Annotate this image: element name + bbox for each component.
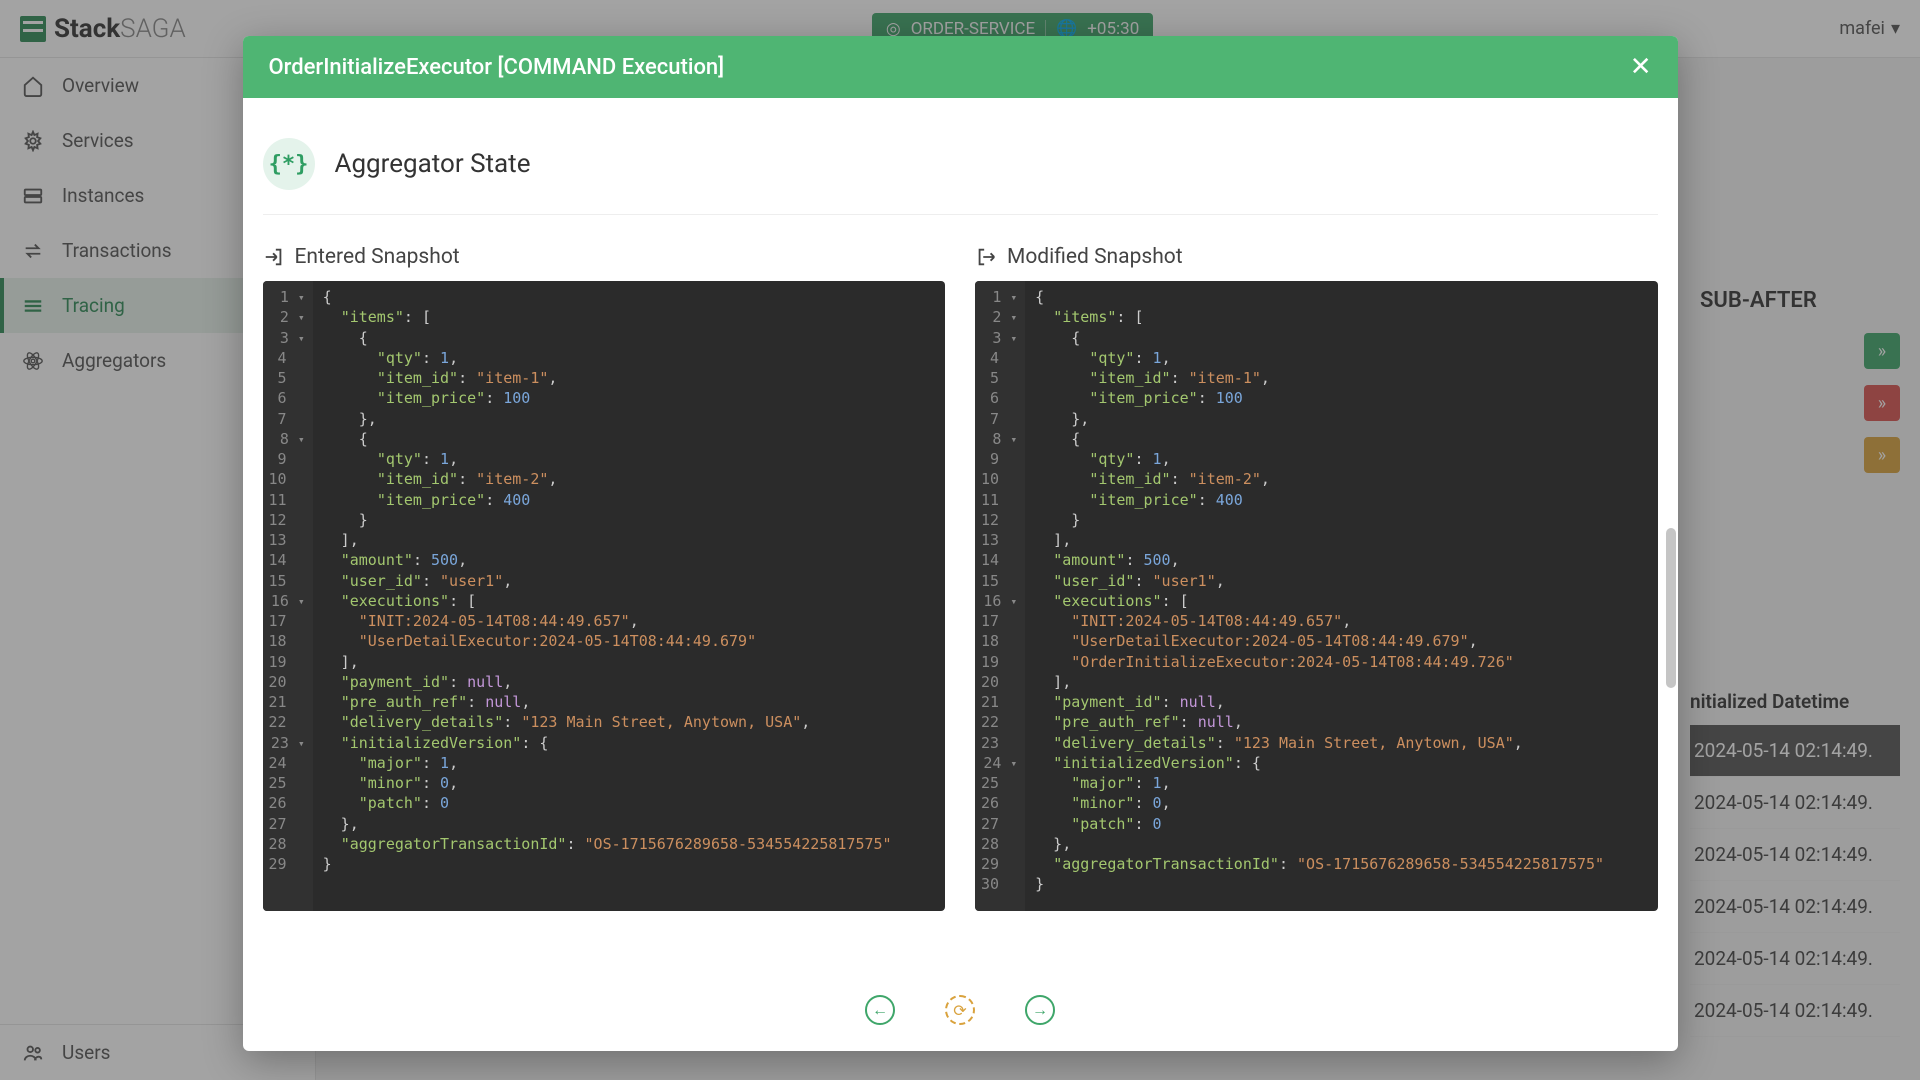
- entered-label: Entered Snapshot: [295, 245, 460, 269]
- enter-icon: [263, 246, 285, 268]
- modified-code: { "items": [ { "qty": 1, "item_id": "ite…: [1025, 281, 1657, 911]
- modified-gutter: 1 ▾ 2 ▾ 3 ▾ 4 5 6 7 8 ▾ 9 10 11 12 13 14…: [975, 281, 1025, 911]
- modified-snapshot-header: Modified Snapshot: [975, 245, 1658, 269]
- snapshots-row: Entered Snapshot 1 ▾ 2 ▾ 3 ▾ 4 5 6 7 8 ▾…: [263, 245, 1658, 911]
- close-icon[interactable]: ✕: [1630, 54, 1652, 80]
- entered-snapshot: Entered Snapshot 1 ▾ 2 ▾ 3 ▾ 4 5 6 7 8 ▾…: [263, 245, 946, 911]
- next-button[interactable]: →: [1025, 995, 1055, 1025]
- modal-body: {*} Aggregator State Entered Snapshot 1 …: [243, 98, 1678, 977]
- entered-gutter: 1 ▾ 2 ▾ 3 ▾ 4 5 6 7 8 ▾ 9 10 11 12 13 14…: [263, 281, 313, 911]
- aggregator-state-icon: {*}: [263, 138, 315, 190]
- entered-code-editor[interactable]: 1 ▾ 2 ▾ 3 ▾ 4 5 6 7 8 ▾ 9 10 11 12 13 14…: [263, 281, 946, 911]
- prev-button[interactable]: ←: [865, 995, 895, 1025]
- section-title-row: {*} Aggregator State: [263, 128, 1658, 215]
- aggregator-state-modal: OrderInitializeExecutor [COMMAND Executi…: [243, 36, 1678, 1051]
- exit-icon: [975, 246, 997, 268]
- entered-code: { "items": [ { "qty": 1, "item_id": "ite…: [313, 281, 945, 911]
- refresh-button[interactable]: ⟳: [945, 995, 975, 1025]
- modified-code-editor[interactable]: 1 ▾ 2 ▾ 3 ▾ 4 5 6 7 8 ▾ 9 10 11 12 13 14…: [975, 281, 1658, 911]
- modal-header: OrderInitializeExecutor [COMMAND Executi…: [243, 36, 1678, 98]
- modified-label: Modified Snapshot: [1007, 245, 1183, 269]
- modal-scrollbar[interactable]: [1666, 198, 1676, 977]
- modal-footer: ← ⟳ →: [243, 977, 1678, 1051]
- entered-snapshot-header: Entered Snapshot: [263, 245, 946, 269]
- section-title: Aggregator State: [335, 149, 531, 179]
- modal-overlay: OrderInitializeExecutor [COMMAND Executi…: [0, 0, 1920, 1080]
- modified-snapshot: Modified Snapshot 1 ▾ 2 ▾ 3 ▾ 4 5 6 7 8 …: [975, 245, 1658, 911]
- modal-title: OrderInitializeExecutor [COMMAND Executi…: [269, 55, 725, 80]
